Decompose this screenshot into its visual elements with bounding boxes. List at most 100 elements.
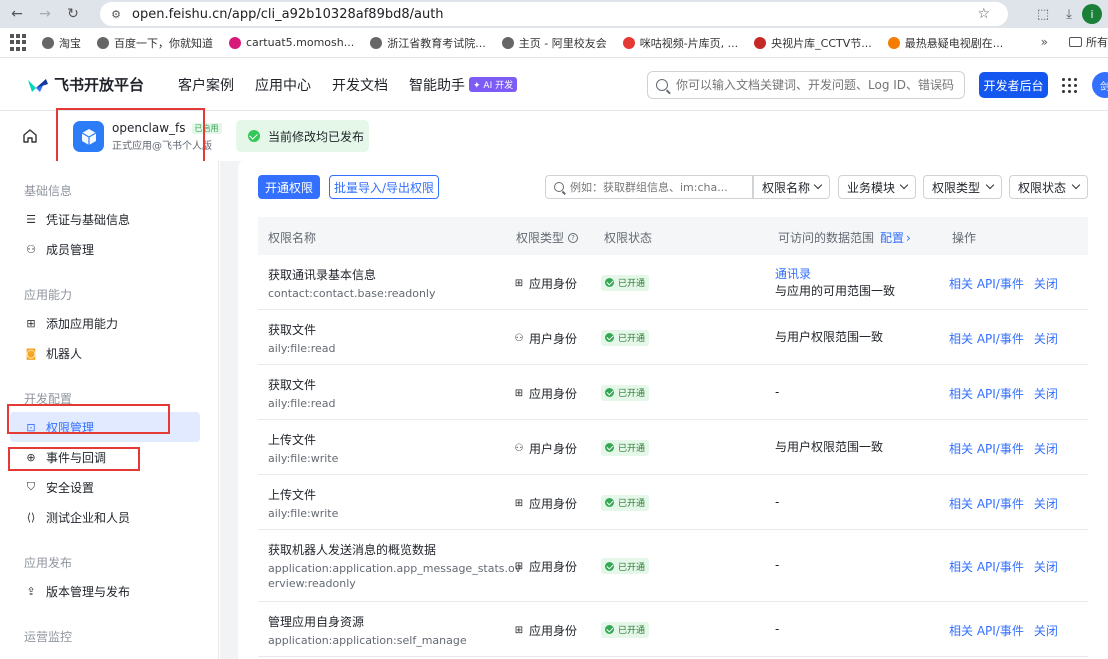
sidebar-item-bot[interactable]: ◙ 机器人 (10, 338, 200, 368)
user-avatar[interactable]: 剑 (1092, 72, 1108, 98)
sidebar-item-versions[interactable]: ⇪ 版本管理与发布 (10, 576, 200, 606)
permission-search[interactable] (545, 175, 753, 199)
col-permission-type: 权限类型? (516, 229, 579, 246)
bookmark-item[interactable]: 百度一下，你就知道 (97, 35, 213, 51)
forward-icon[interactable]: → (34, 3, 56, 25)
app-identity-icon: ⊞ (514, 624, 524, 636)
bookmark-favicon-icon (887, 36, 900, 49)
scope-text: - (775, 621, 780, 636)
apps-menu-icon[interactable] (1062, 78, 1077, 93)
scope-link[interactable]: 通讯录 (775, 266, 895, 283)
filter-permission-status[interactable]: 权限状态 (1009, 175, 1088, 199)
app-card[interactable]: openclaw_fs 已启用 正式应用@飞书个人版 (73, 121, 222, 152)
nav-ai-assistant[interactable]: 智能助手 ✦ AI 开发 (409, 75, 518, 95)
doc-search-input[interactable] (676, 78, 956, 92)
related-api-link[interactable]: 相关 API/事件 (949, 558, 1024, 575)
search-icon (554, 182, 564, 192)
bookmarks-more-icon[interactable]: » (1041, 35, 1048, 49)
bookmark-item[interactable]: cartuat5.momosh... (229, 35, 354, 51)
permission-search-input[interactable] (570, 180, 740, 194)
status-badge: 已开通 (601, 274, 649, 291)
table-row: 上传文件 aily:file:write ⚇ 用户身份 已开通 与用户权限范围一致 相关 A… (258, 420, 1088, 475)
bookmark-favicon-icon (42, 36, 54, 49)
apps-grid-icon[interactable] (10, 33, 28, 52)
app-identity-icon: ⊞ (514, 387, 524, 399)
row-actions: 相关 API/事件 关闭 (949, 440, 1068, 457)
close-permission-link[interactable]: 关闭 (1034, 385, 1058, 402)
sidebar-item-test-tenants[interactable]: ⟨⟩ 测试企业和人员 (10, 502, 200, 532)
configure-link[interactable]: 配置 (880, 229, 904, 246)
bookmark-item[interactable]: 咪咕视频-片库页, ... (622, 35, 738, 51)
address-bar[interactable]: ⚙ open.feishu.cn/app/cli_a92b10328af89bd… (100, 2, 1008, 26)
nav-customer-cases[interactable]: 客户案例 (178, 75, 234, 95)
related-api-link[interactable]: 相关 API/事件 (949, 622, 1024, 639)
bookmark-item[interactable]: 主页 - 阿里校友会 (501, 35, 607, 51)
nav-dev-docs[interactable]: 开发文档 (332, 75, 388, 95)
related-api-link[interactable]: 相关 API/事件 (949, 440, 1024, 457)
bookmark-favicon-icon (97, 36, 109, 49)
permission-code: aily:file:write (268, 452, 339, 465)
chevron-down-icon (1071, 180, 1081, 190)
permission-name: 获取文件 (268, 323, 317, 337)
close-permission-link[interactable]: 关闭 (1034, 495, 1058, 512)
sidebar-item-security[interactable]: ⛉ 安全设置 (10, 472, 200, 502)
search-icon (656, 79, 668, 91)
help-circle-icon[interactable]: ? (568, 232, 579, 243)
close-permission-link[interactable]: 关闭 (1034, 622, 1058, 639)
bookmark-item[interactable]: 淘宝 (42, 35, 81, 51)
close-permission-link[interactable]: 关闭 (1034, 440, 1058, 457)
browser-toolbar: ← → ↻ ⚙ open.feishu.cn/app/cli_a92b10328… (0, 0, 1108, 28)
permission-name-cell: 获取文件 aily:file:read (268, 321, 336, 356)
permission-name: 获取机器人发送消息的概览数据 (268, 543, 437, 557)
table-row: 管理应用自身资源 application:application:self_man… (258, 602, 1088, 657)
browser-profile-avatar[interactable]: i (1082, 4, 1102, 24)
close-permission-link[interactable]: 关闭 (1034, 558, 1058, 575)
extensions-icon[interactable]: ⬚ (1030, 3, 1056, 25)
bookmark-star-icon[interactable]: ☆ (977, 6, 990, 22)
app-subtitle: 正式应用@飞书个人版 (112, 141, 212, 152)
sidebar-item-permissions[interactable]: ⊡ 权限管理 (10, 412, 200, 442)
open-permission-button[interactable]: 开通权限 (258, 175, 320, 199)
nav-app-center[interactable]: 应用中心 (255, 75, 311, 95)
table-row: 获取文件 aily:file:read ⚇ 用户身份 已开通 与用户权限范围一致 相关 AP… (258, 310, 1088, 365)
download-icon[interactable]: ⤓ (1056, 3, 1082, 25)
close-permission-link[interactable]: 关闭 (1034, 275, 1058, 292)
reload-icon[interactable]: ↻ (62, 3, 84, 25)
doc-search[interactable] (647, 71, 965, 99)
permission-type: ⚇ 用户身份 (514, 331, 578, 346)
related-api-link[interactable]: 相关 API/事件 (949, 275, 1024, 292)
sidebar-item-events[interactable]: ⊕ 事件与回调 (10, 442, 200, 472)
close-permission-link[interactable]: 关闭 (1034, 330, 1058, 347)
check-circle-icon (605, 388, 614, 397)
related-api-link[interactable]: 相关 API/事件 (949, 385, 1024, 402)
ai-badge: ✦ AI 开发 (469, 77, 518, 92)
batch-import-export-button[interactable]: 批量导入/导出权限 (329, 175, 439, 199)
sidebar-item-members[interactable]: ⚇ 成员管理 (10, 234, 200, 264)
bookmark-item[interactable]: 浙江省教育考试院... (370, 35, 486, 51)
bookmarks-folder[interactable]: 所有 (1069, 34, 1108, 50)
permission-name: 获取文件 (268, 378, 317, 392)
developer-console-button[interactable]: 开发者后台 (979, 72, 1048, 98)
permission-type: ⊞ 应用身份 (514, 386, 578, 401)
feishu-logo[interactable]: 飞书开放平台 (26, 74, 144, 95)
sidebar-item-credentials[interactable]: ☰ 凭证与基础信息 (10, 204, 200, 234)
home-icon[interactable] (22, 128, 38, 144)
filter-permission-type[interactable]: 权限类型 (923, 175, 1002, 199)
robot-icon: ◙ (25, 346, 37, 360)
related-api-link[interactable]: 相关 API/事件 (949, 330, 1024, 347)
filter-permission-name[interactable]: 权限名称 (753, 175, 830, 199)
data-scope-cell: - (775, 384, 779, 401)
col-permission-status: 权限状态 (604, 231, 653, 245)
table-row: 获取机器人发送消息的概览数据 application:application.ap… (258, 530, 1088, 602)
chevron-right-icon[interactable]: › (906, 231, 911, 245)
bookmark-item[interactable]: 最热悬疑电视剧在... (887, 35, 1003, 51)
app-info-bar: openclaw_fs 已启用 正式应用@飞书个人版 当前修改均已发布 (0, 108, 1108, 172)
site-info-icon[interactable]: ⚙ (108, 6, 124, 22)
chevron-down-icon (813, 180, 823, 190)
related-api-link[interactable]: 相关 API/事件 (949, 495, 1024, 512)
sidebar-item-add-capability[interactable]: ⊞ 添加应用能力 (10, 308, 200, 338)
filter-business-module[interactable]: 业务模块 (838, 175, 916, 199)
permission-type: ⊞ 应用身份 (514, 276, 578, 291)
bookmark-item[interactable]: 央视片库_CCTV节... (754, 35, 872, 51)
back-icon[interactable]: ← (6, 3, 28, 25)
